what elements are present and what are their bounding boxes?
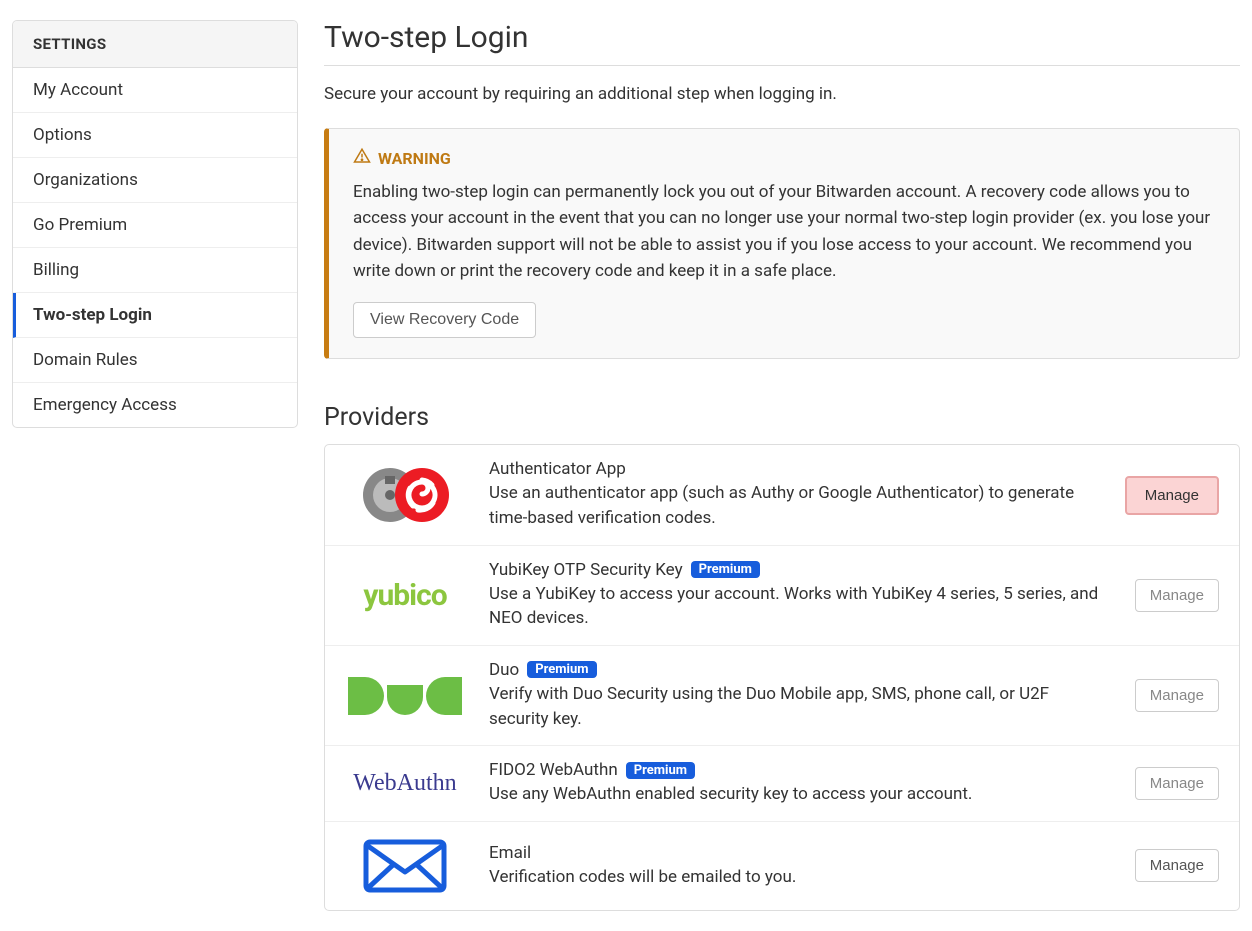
providers-list: Authenticator AppUse an authenticator ap… <box>324 444 1240 910</box>
provider-row-yubikey: yubico YubiKey OTP Security Key Premium Use… <box>325 546 1239 646</box>
provider-title-text: Duo <box>489 660 519 680</box>
email-icon <box>345 836 465 896</box>
sidebar-item-label: Billing <box>33 260 79 280</box>
manage-button-duo[interactable]: Manage <box>1135 679 1219 712</box>
provider-description: Verification codes will be emailed to yo… <box>489 865 1111 890</box>
provider-title-text: FIDO2 WebAuthn <box>489 760 618 780</box>
warning-callout: WARNING Enabling two-step login can perm… <box>324 128 1240 359</box>
sidebar-item-organizations[interactable]: Organizations <box>13 158 297 203</box>
provider-title: YubiKey OTP Security Key Premium <box>489 560 1111 580</box>
premium-badge: Premium <box>691 561 760 578</box>
provider-body: FIDO2 WebAuthn Premium Use any WebAuthn en… <box>489 760 1111 807</box>
sidebar-item-label: Go Premium <box>33 215 127 235</box>
provider-body: Duo Premium Verify with Duo Security using… <box>489 660 1111 731</box>
providers-heading: Providers <box>324 403 1240 432</box>
provider-title-text: YubiKey OTP Security Key <box>489 560 683 580</box>
premium-badge: Premium <box>527 661 596 678</box>
warning-icon <box>353 147 371 169</box>
sidebar-item-label: Emergency Access <box>33 395 177 415</box>
provider-title: FIDO2 WebAuthn Premium <box>489 760 1111 780</box>
sidebar-header: SETTINGS <box>13 21 297 68</box>
provider-title: Authenticator App <box>489 459 1101 479</box>
provider-description: Use an authenticator app (such as Authy … <box>489 481 1101 530</box>
sidebar-item-label: Organizations <box>33 170 138 190</box>
page-title: Two-step Login <box>324 20 1240 66</box>
sidebar-item-label: Options <box>33 125 92 145</box>
sidebar-item-label: Two-step Login <box>33 305 152 325</box>
provider-row-duo: Duo Premium Verify with Duo Security using… <box>325 646 1239 746</box>
warning-body: Enabling two-step login can permanently … <box>353 179 1215 284</box>
webauthn-icon: WebAuthn <box>345 770 465 797</box>
sidebar-item-label: Domain Rules <box>33 350 138 370</box>
sidebar-item-domain-rules[interactable]: Domain Rules <box>13 338 297 383</box>
sidebar-item-billing[interactable]: Billing <box>13 248 297 293</box>
premium-badge: Premium <box>626 762 695 779</box>
warning-heading-text: WARNING <box>378 149 451 168</box>
sidebar-item-two-step-login[interactable]: Two-step Login <box>13 293 297 338</box>
sidebar-item-label: My Account <box>33 80 123 100</box>
provider-body: EmailVerification codes will be emailed … <box>489 843 1111 890</box>
provider-description: Use any WebAuthn enabled security key to… <box>489 782 1111 807</box>
sidebar-item-go-premium[interactable]: Go Premium <box>13 203 297 248</box>
sidebar-item-my-account[interactable]: My Account <box>13 68 297 113</box>
view-recovery-code-button[interactable]: View Recovery Code <box>353 302 536 338</box>
provider-row-authenticator: Authenticator AppUse an authenticator ap… <box>325 445 1239 545</box>
provider-title-text: Email <box>489 843 531 863</box>
provider-description: Verify with Duo Security using the Duo M… <box>489 682 1111 731</box>
yubikey-icon: yubico <box>345 578 465 613</box>
duo-icon <box>345 677 465 715</box>
settings-layout: SETTINGS My Account Options Organizations G… <box>0 0 1252 931</box>
provider-row-email: EmailVerification codes will be emailed … <box>325 822 1239 910</box>
provider-body: Authenticator AppUse an authenticator ap… <box>489 459 1101 530</box>
sidebar-list: SETTINGS My Account Options Organizations G… <box>12 20 298 428</box>
page-subtitle: Secure your account by requiring an addi… <box>324 84 1240 104</box>
main-content: Two-step Login Secure your account by re… <box>324 20 1240 911</box>
sidebar-item-options[interactable]: Options <box>13 113 297 158</box>
manage-button-email[interactable]: Manage <box>1135 849 1219 882</box>
manage-button-webauthn[interactable]: Manage <box>1135 767 1219 800</box>
provider-body: YubiKey OTP Security Key Premium Use a Yub… <box>489 560 1111 631</box>
warning-heading: WARNING <box>353 147 1215 169</box>
provider-title: Duo Premium <box>489 660 1111 680</box>
manage-button-authenticator[interactable]: Manage <box>1125 476 1219 515</box>
manage-button-yubikey[interactable]: Manage <box>1135 579 1219 612</box>
authenticator-icon <box>345 464 465 526</box>
sidebar-item-emergency-access[interactable]: Emergency Access <box>13 383 297 427</box>
provider-row-webauthn: WebAuthn FIDO2 WebAuthn Premium Use any Web… <box>325 746 1239 822</box>
provider-title-text: Authenticator App <box>489 459 626 479</box>
provider-title: Email <box>489 843 1111 863</box>
provider-description: Use a YubiKey to access your account. Wo… <box>489 582 1111 631</box>
settings-sidebar: SETTINGS My Account Options Organizations G… <box>12 20 298 911</box>
